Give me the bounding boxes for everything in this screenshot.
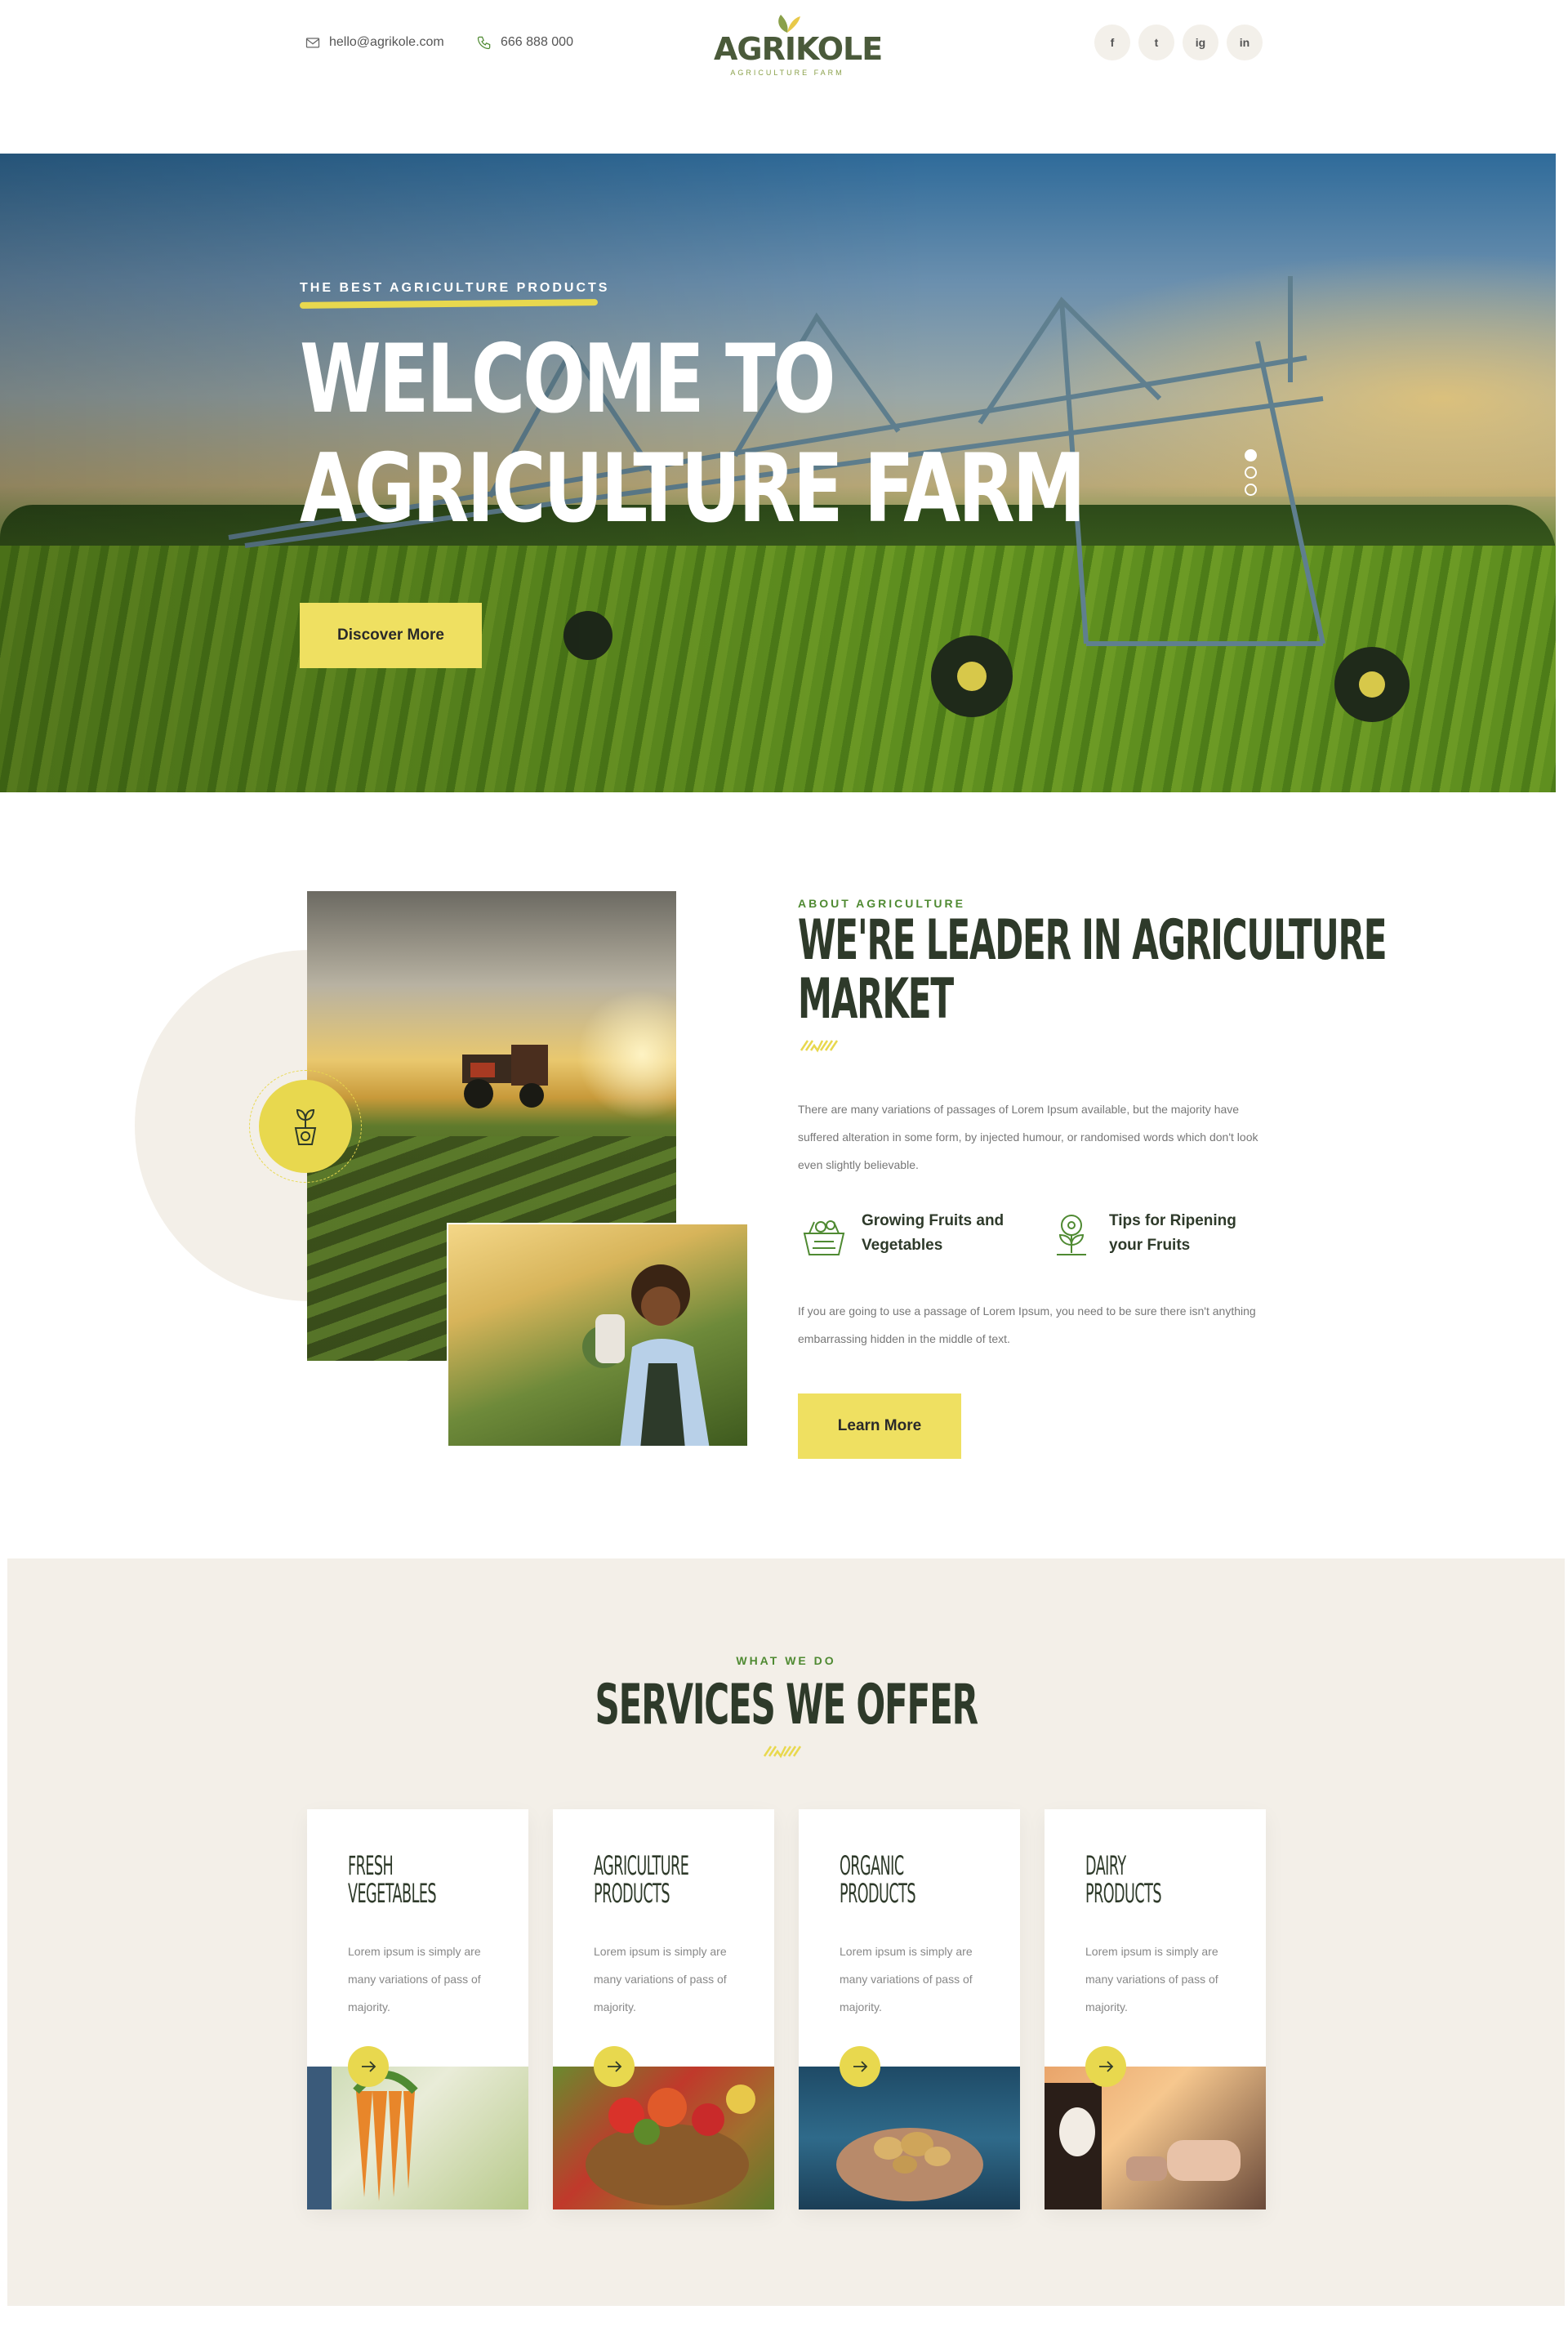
twitter-icon[interactable]: t	[1138, 25, 1174, 60]
hero-title: WELCOME TO AGRICULTURE FARM	[300, 324, 1086, 544]
top-header: hello@agrikole.com 666 888 000 AGRIKOLE …	[0, 0, 1568, 154]
services-title: SERVICES WE OFFER	[7, 1673, 1565, 1738]
card-title: FRESH VEGETABLES	[348, 1850, 437, 1909]
about-paragraph-1: There are many variations of passages of…	[798, 1103, 1258, 1171]
card-text: Lorem ipsum is simply are many variation…	[840, 1945, 973, 2013]
hero-kicker: THE BEST AGRICULTURE PRODUCTS	[300, 281, 610, 295]
feature-tips: Tips for Ripening your Fruits	[1045, 1209, 1264, 1261]
slider-dot-3[interactable]	[1245, 484, 1257, 496]
logo-text: AGRIKOLE	[714, 31, 883, 67]
wheat-divider-icon	[800, 1040, 839, 1053]
card-title: DAIRY PRODUCTS	[1085, 1850, 1161, 1909]
phone-icon	[477, 36, 491, 50]
service-card-dairy[interactable]: DAIRY PRODUCTS Lorem ipsum is simply are…	[1045, 1809, 1266, 2209]
plant-pot-icon	[294, 1108, 317, 1145]
hero-title-line2: AGRICULTURE FARM	[300, 434, 1086, 544]
feature-tips-label: Tips for Ripening your Fruits	[1109, 1212, 1236, 1254]
slider-dots	[1245, 449, 1257, 496]
farmer-figure	[582, 1264, 710, 1446]
about-title-line2: MARKET	[798, 967, 954, 1032]
farmer-woman-image	[447, 1223, 749, 1447]
plant-tips-icon	[1057, 1215, 1086, 1255]
services-title-text: SERVICES WE OFFER	[595, 1673, 978, 1737]
instagram-icon[interactable]: ig	[1183, 25, 1218, 60]
discover-more-button[interactable]: Discover More	[300, 603, 482, 668]
arrow-right-icon[interactable]	[840, 2046, 880, 2087]
slider-dot-1[interactable]	[1245, 449, 1257, 462]
email-contact[interactable]: hello@agrikole.com	[305, 34, 444, 51]
feature-growing: Growing Fruits and Vegetables	[798, 1209, 1017, 1261]
about-title: WE'RE LEADER IN AGRICULTURE MARKET	[798, 908, 1387, 1032]
service-cards: FRESH VEGETABLES Lorem ipsum is simply a…	[307, 1809, 1266, 2209]
services-section: WHAT WE DO SERVICES WE OFFER FRESH VEGET…	[7, 1558, 1565, 2306]
fruit-basket-icon	[803, 1220, 845, 1255]
learn-more-button[interactable]: Learn More	[798, 1393, 961, 1459]
envelope-icon	[305, 38, 320, 48]
linkedin-icon[interactable]: in	[1227, 25, 1263, 60]
arrow-right-icon[interactable]	[594, 2046, 635, 2087]
about-title-line1: WE'RE LEADER IN AGRICULTURE	[798, 908, 1387, 973]
wheat-divider-icon	[763, 1746, 802, 1759]
card-text: Lorem ipsum is simply are many variation…	[348, 1945, 481, 2013]
service-card-organic[interactable]: ORGANIC PRODUCTS Lorem ipsum is simply a…	[799, 1809, 1020, 2209]
plant-pot-badge	[259, 1080, 352, 1173]
card-title: ORGANIC PRODUCTS	[840, 1850, 915, 1909]
vegetable-basket-image	[553, 2067, 774, 2209]
logo-subtitle: AGRICULTURE FARM	[730, 69, 844, 77]
tractor-icon	[462, 1045, 548, 1108]
hero-title-line1: WELCOME TO	[300, 324, 835, 435]
site-logo[interactable]: AGRIKOLE AGRICULTURE FARM	[714, 11, 883, 77]
card-text: Lorem ipsum is simply are many variation…	[1085, 1945, 1218, 2013]
arrow-right-icon[interactable]	[1085, 2046, 1126, 2087]
card-title: AGRICULTURE PRODUCTS	[594, 1850, 689, 1909]
phone-text: 666 888 000	[501, 35, 573, 49]
email-text: hello@agrikole.com	[329, 35, 444, 49]
about-paragraph-2: If you are going to use a passage of Lor…	[798, 1304, 1256, 1345]
facebook-icon[interactable]: f	[1094, 25, 1130, 60]
hero-slider: THE BEST AGRICULTURE PRODUCTS WELCOME TO…	[0, 154, 1556, 792]
cows-image	[1045, 2067, 1266, 2209]
services-kicker: WHAT WE DO	[736, 1654, 836, 1667]
potatoes-hands-image	[799, 2067, 1020, 2209]
sun-glow	[577, 989, 676, 1120]
slider-dot-2[interactable]	[1245, 466, 1257, 479]
carrots-image	[307, 2067, 528, 2209]
arrow-right-icon[interactable]	[348, 2046, 389, 2087]
phone-contact[interactable]: 666 888 000	[476, 34, 573, 51]
social-links: f t ig in	[1094, 25, 1263, 60]
feature-growing-label: Growing Fruits and Vegetables	[862, 1212, 1004, 1254]
card-text: Lorem ipsum is simply are many variation…	[594, 1945, 727, 2013]
service-card-agriculture[interactable]: AGRICULTURE PRODUCTS Lorem ipsum is simp…	[553, 1809, 774, 2209]
service-card-vegetables[interactable]: FRESH VEGETABLES Lorem ipsum is simply a…	[307, 1809, 528, 2209]
